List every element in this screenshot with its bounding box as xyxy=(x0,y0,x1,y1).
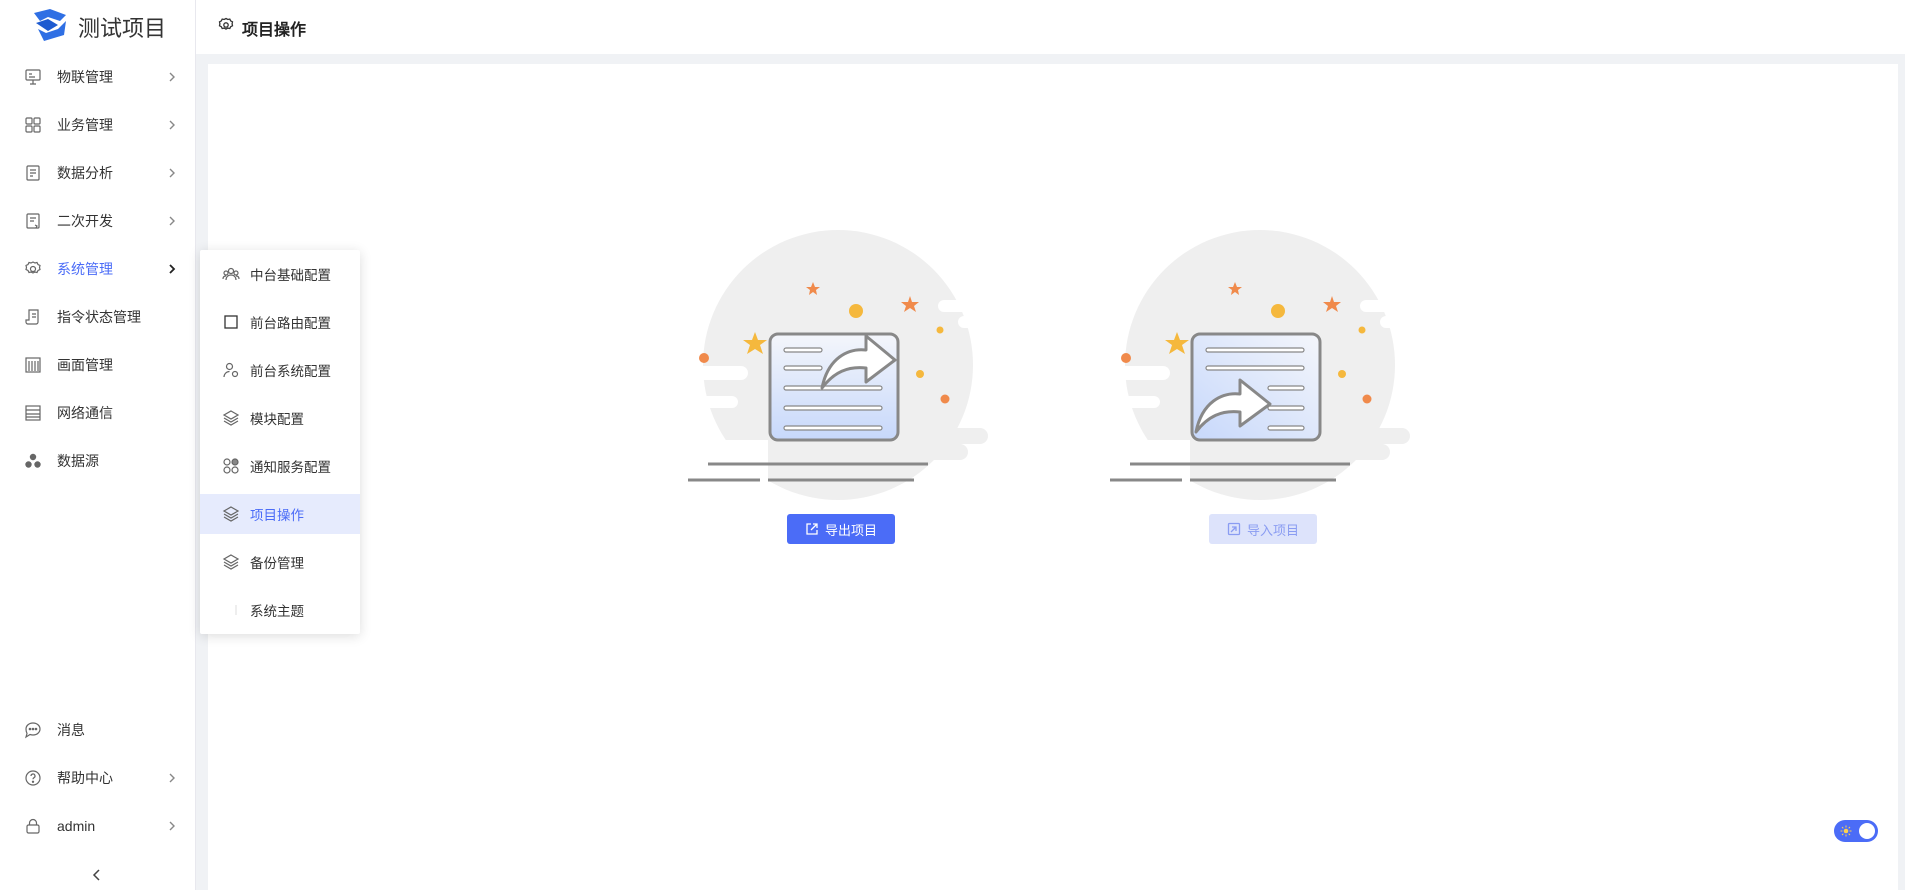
monitor-icon xyxy=(24,68,42,86)
submenu-item-label: 项目操作 xyxy=(250,508,304,523)
submenu-item-label: 中台基础配置 xyxy=(250,268,331,283)
chat-icon xyxy=(24,721,42,739)
chart-doc-icon xyxy=(24,164,42,182)
sidebar-item-label: 物联管理 xyxy=(57,69,113,85)
import-project-label: 导入项目 xyxy=(1246,522,1299,538)
sidebar-item-command-status[interactable]: 指令状态管理 xyxy=(0,295,196,339)
theme-toggle[interactable] xyxy=(1834,820,1878,842)
import-project-button[interactable]: 导入项目 xyxy=(1209,514,1317,544)
chevron-right-icon xyxy=(169,216,175,226)
sidebar-item-dev[interactable]: 二次开发 xyxy=(0,199,196,243)
system-submenu: 中台基础配置 前台路由配置 前台系统配置 模块配置 通知服务配置 项目操作 备份… xyxy=(200,250,360,634)
import-card: 导入项目 xyxy=(1110,230,1430,560)
users-icon xyxy=(222,265,240,283)
blank-icon xyxy=(222,601,240,619)
sidebar-item-analytics[interactable]: 数据分析 xyxy=(0,151,196,195)
export-card: 导出项目 xyxy=(688,230,1008,560)
layers-icon xyxy=(222,409,240,427)
sidebar-item-system[interactable]: 系统管理 xyxy=(0,247,196,291)
sidebar-item-label: admin xyxy=(57,818,96,834)
layers-icon xyxy=(222,505,240,523)
submenu-item-label: 备份管理 xyxy=(250,556,304,571)
toggle-knob xyxy=(1859,823,1875,839)
gear-icon xyxy=(24,260,42,278)
submenu-item-label: 通知服务配置 xyxy=(250,460,331,475)
submenu-item-backup[interactable]: 备份管理 xyxy=(200,542,360,582)
scroll-icon xyxy=(24,308,42,326)
layers-icon xyxy=(222,553,240,571)
submenu-item-route-config[interactable]: 前台路由配置 xyxy=(200,302,360,342)
sun-icon xyxy=(1840,825,1852,837)
submenu-item-project-ops[interactable]: 项目操作 xyxy=(200,494,360,534)
sidebar-item-iot[interactable]: 物联管理 xyxy=(0,55,196,99)
sidebar-item-label: 网络通信 xyxy=(57,405,113,421)
submenu-item-label: 系统主题 xyxy=(250,604,304,619)
logo-icon xyxy=(30,7,70,48)
brand-title: 测试项目 xyxy=(78,16,167,41)
import-illustration xyxy=(1110,230,1420,500)
building-icon xyxy=(24,356,42,374)
sidebar-item-business[interactable]: 业务管理 xyxy=(0,103,196,147)
submenu-item-label: 前台系统配置 xyxy=(250,364,331,379)
import-icon xyxy=(1227,522,1241,536)
header: 项目操作 xyxy=(196,0,1905,54)
submenu-item-label: 前台路由配置 xyxy=(250,316,331,331)
list-icon xyxy=(24,404,42,422)
submenu-item-module-config[interactable]: 模块配置 xyxy=(200,398,360,438)
main-content: 导出项目 导入项目 xyxy=(208,64,1898,890)
sidebar: 测试项目 物联管理 业务管理 数据分析 二次开发 系统管理 指令状态管理 画面管… xyxy=(0,0,196,890)
cluster-icon xyxy=(24,452,42,470)
sidebar-item-help[interactable]: 帮助中心 xyxy=(0,756,196,800)
chevron-right-icon xyxy=(169,72,175,82)
sidebar-item-label: 系统管理 xyxy=(57,261,113,277)
chevron-right-icon xyxy=(169,264,176,274)
sidebar-item-label: 数据分析 xyxy=(57,165,113,181)
sidebar-item-datasource[interactable]: 数据源 xyxy=(0,439,196,483)
export-project-label: 导出项目 xyxy=(824,522,877,538)
chevron-right-icon xyxy=(169,821,175,831)
sidebar-item-label: 业务管理 xyxy=(57,117,113,133)
sidebar-item-label: 画面管理 xyxy=(57,357,113,373)
export-project-button[interactable]: 导出项目 xyxy=(787,514,895,544)
help-icon xyxy=(24,769,42,787)
collapse-sidebar-icon[interactable] xyxy=(88,866,106,884)
submenu-item-frontend-config[interactable]: 前台系统配置 xyxy=(200,350,360,390)
export-icon xyxy=(806,523,818,535)
brand[interactable]: 测试项目 xyxy=(30,7,166,47)
sidebar-item-admin[interactable]: admin xyxy=(0,804,196,848)
gear-icon xyxy=(218,17,234,30)
sidebar-item-label: 二次开发 xyxy=(57,213,113,229)
sidebar-item-label: 数据源 xyxy=(57,453,99,469)
sidebar-item-screen[interactable]: 画面管理 xyxy=(0,343,196,387)
submenu-item-base-config[interactable]: 中台基础配置 xyxy=(200,254,360,294)
grid-icon xyxy=(24,116,42,134)
page-title: 项目操作 xyxy=(242,22,307,39)
apps-icon xyxy=(222,457,240,475)
lock-icon xyxy=(24,817,42,835)
sidebar-item-label: 消息 xyxy=(57,722,85,738)
submenu-item-label: 模块配置 xyxy=(250,412,304,427)
chevron-right-icon xyxy=(169,773,175,783)
chevron-right-icon xyxy=(169,120,175,130)
submenu-item-notify-config[interactable]: 通知服务配置 xyxy=(200,446,360,486)
square-icon xyxy=(222,313,240,331)
sidebar-item-label: 指令状态管理 xyxy=(57,309,141,325)
sidebar-item-network[interactable]: 网络通信 xyxy=(0,391,196,435)
submenu-item-theme[interactable]: 系统主题 xyxy=(200,590,360,630)
sidebar-item-label: 帮助中心 xyxy=(57,770,113,786)
code-doc-icon xyxy=(24,212,42,230)
user-gear-icon xyxy=(222,361,240,379)
chevron-right-icon xyxy=(169,168,175,178)
sidebar-item-messages[interactable]: 消息 xyxy=(0,708,196,752)
export-illustration xyxy=(688,230,998,500)
